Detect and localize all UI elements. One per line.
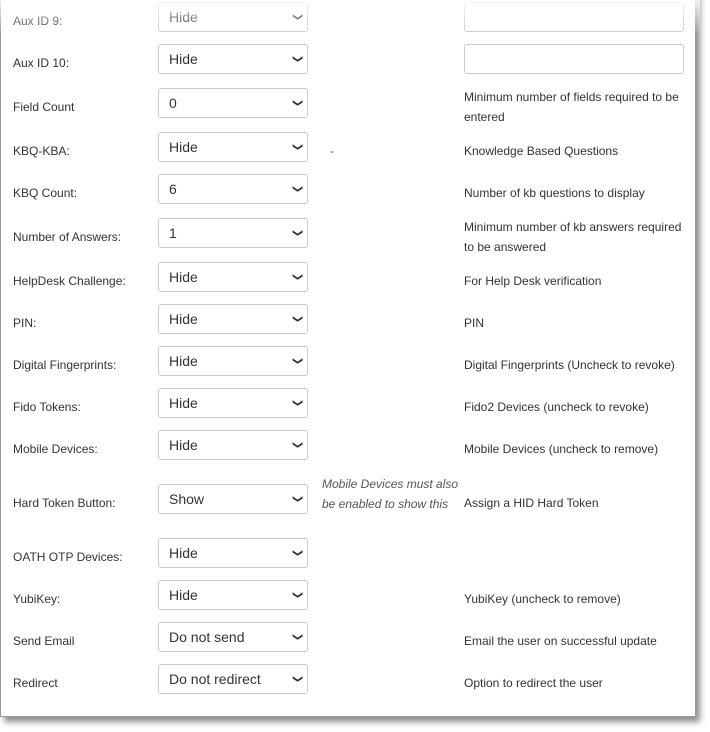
field-label: Aux ID 9: <box>13 14 63 28</box>
chevron-down-icon: ❯ <box>291 54 303 64</box>
select-value: 0 <box>169 95 177 111</box>
field-label: Number of Answers: <box>13 230 122 244</box>
row-oath-otp-devices: OATH OTP Devices: Hide ❯ <box>0 538 694 568</box>
select-value: Do not redirect <box>169 671 261 687</box>
digital-fingerprints-select[interactable]: Hide ❯ <box>158 346 308 376</box>
field-count-select[interactable]: 0 ❯ <box>158 88 308 118</box>
mobile-devices-select[interactable]: Hide ❯ <box>158 430 308 460</box>
row-digital-fingerprints: Digital Fingerprints: Hide ❯ Digital Finge… <box>0 346 694 376</box>
select-value: Hide <box>169 437 198 453</box>
select-value: Hide <box>169 353 198 369</box>
chevron-down-icon: ❯ <box>291 494 303 504</box>
chevron-down-icon: ❯ <box>291 184 303 194</box>
row-yubikey: YubiKey: Hide ❯ YubiKey (uncheck to remove… <box>0 580 694 610</box>
select-value: Hide <box>169 311 198 327</box>
chevron-down-icon: ❯ <box>291 590 303 600</box>
field-label: KBQ Count: <box>13 186 78 200</box>
field-label: PIN: <box>13 316 37 330</box>
send-email-select[interactable]: Do not send ❯ <box>158 622 308 652</box>
select-value: 6 <box>169 181 177 197</box>
field-description: Mobile Devices (uncheck to remove) <box>464 442 659 456</box>
row-hard-token-button: Hard Token Button: Show ❯ Mobile Devices m… <box>0 477 694 514</box>
number-of-answers-select[interactable]: 1 ❯ <box>158 218 308 248</box>
chevron-down-icon: ❯ <box>291 548 303 558</box>
row-pin: PIN: Hide ❯ PIN <box>0 304 694 334</box>
field-label: Send Email <box>13 634 75 648</box>
select-value: Do not send <box>169 629 245 645</box>
helpdesk-challenge-select[interactable]: Hide ❯ <box>158 262 308 292</box>
row-redirect: Redirect Do not redirect ❯ Option to redir… <box>0 664 694 694</box>
select-value: Hide <box>169 51 198 67</box>
field-description: Number of kb questions to display <box>464 186 645 200</box>
chevron-down-icon: ❯ <box>291 398 303 408</box>
select-value: Hide <box>169 545 198 561</box>
field-note: Mobile Devices must also be enabled to s… <box>322 477 459 511</box>
field-description: Option to redirect the user <box>464 676 603 690</box>
field-label: Fido Tokens: <box>13 400 81 414</box>
field-description: Knowledge Based Questions <box>464 144 619 158</box>
field-description: Minimum number of fields required to be … <box>464 90 679 124</box>
chevron-down-icon: ❯ <box>291 314 303 324</box>
chevron-down-icon: ❯ <box>291 674 303 684</box>
row-field-count: Field Count 0 ❯ Minimum number of fields r… <box>0 88 694 124</box>
oath-otp-devices-select[interactable]: Hide ❯ <box>158 538 308 568</box>
field-label: Redirect <box>13 676 58 690</box>
hard-token-button-select[interactable]: Show ❯ <box>158 484 308 514</box>
field-description: YubiKey (uncheck to remove) <box>464 592 621 606</box>
row-kbq-kba: KBQ-KBA: Hide ❯ - Knowledge Based Questions <box>0 132 694 162</box>
row-fido-tokens: Fido Tokens: Hide ❯ Fido2 Devices (uncheck… <box>0 388 694 418</box>
field-description: Minimum number of kb answers required to… <box>464 220 682 254</box>
kbq-kba-select[interactable]: Hide ❯ <box>158 132 308 162</box>
row-mobile-devices: Mobile Devices: Hide ❯ Mobile Devices (unc… <box>0 430 694 460</box>
aux-id-10-text-input[interactable] <box>464 44 684 74</box>
field-note: - <box>330 144 334 158</box>
field-label: KBQ-KBA: <box>13 144 70 158</box>
pin-select[interactable]: Hide ❯ <box>158 304 308 334</box>
chevron-down-icon: ❯ <box>291 272 303 282</box>
row-kbq-count: KBQ Count: 6 ❯ Number of kb questions to d… <box>0 174 694 204</box>
chevron-down-icon: ❯ <box>291 98 303 108</box>
select-value: Hide <box>169 139 198 155</box>
field-label: Mobile Devices: <box>13 442 98 456</box>
chevron-down-icon: ❯ <box>291 12 303 22</box>
chevron-down-icon: ❯ <box>291 228 303 238</box>
row-helpdesk-challenge: HelpDesk Challenge: Hide ❯ For Help Desk v… <box>0 262 694 292</box>
field-label: Field Count <box>13 100 75 114</box>
field-description: Assign a HID Hard Token <box>464 496 599 510</box>
aux-id-9-text-input[interactable] <box>464 2 684 32</box>
redirect-select[interactable]: Do not redirect ❯ <box>158 664 308 694</box>
select-value: Hide <box>169 269 198 285</box>
field-description: Email the user on successful update <box>464 634 657 648</box>
field-label: YubiKey: <box>13 592 61 606</box>
fido-tokens-select[interactable]: Hide ❯ <box>158 388 308 418</box>
field-label: HelpDesk Challenge: <box>13 274 126 288</box>
field-description: PIN <box>464 316 485 330</box>
chevron-down-icon: ❯ <box>291 356 303 366</box>
aux-id-10-select[interactable]: Hide ❯ <box>158 44 308 74</box>
select-value: Hide <box>169 395 198 411</box>
chevron-down-icon: ❯ <box>291 440 303 450</box>
select-value: Show <box>169 491 205 507</box>
field-description: Digital Fingerprints (Uncheck to revoke) <box>464 358 675 372</box>
yubikey-select[interactable]: Hide ❯ <box>158 580 308 610</box>
field-label: Digital Fingerprints: <box>13 358 117 372</box>
row-aux-id-10: Aux ID 10: Hide ❯ <box>0 44 694 74</box>
aux-id-9-select[interactable]: Hide ❯ <box>158 2 308 32</box>
field-description: For Help Desk verification <box>464 274 602 288</box>
select-value: Hide <box>169 9 198 25</box>
row-aux-id-9: Aux ID 9: Hide ❯ <box>0 2 694 32</box>
row-send-email: Send Email Do not send ❯ Email the user on… <box>0 622 694 652</box>
field-description: Fido2 Devices (uncheck to revoke) <box>464 400 649 414</box>
row-number-of-answers: Number of Answers: 1 ❯ Minimum number of k… <box>0 218 694 254</box>
chevron-down-icon: ❯ <box>291 142 303 152</box>
field-label: OATH OTP Devices: <box>13 550 123 564</box>
field-label: Aux ID 10: <box>13 56 70 70</box>
kbq-count-select[interactable]: 6 ❯ <box>158 174 308 204</box>
field-label: Hard Token Button: <box>13 496 116 510</box>
select-value: 1 <box>169 225 177 241</box>
chevron-down-icon: ❯ <box>291 632 303 642</box>
select-value: Hide <box>169 587 198 603</box>
